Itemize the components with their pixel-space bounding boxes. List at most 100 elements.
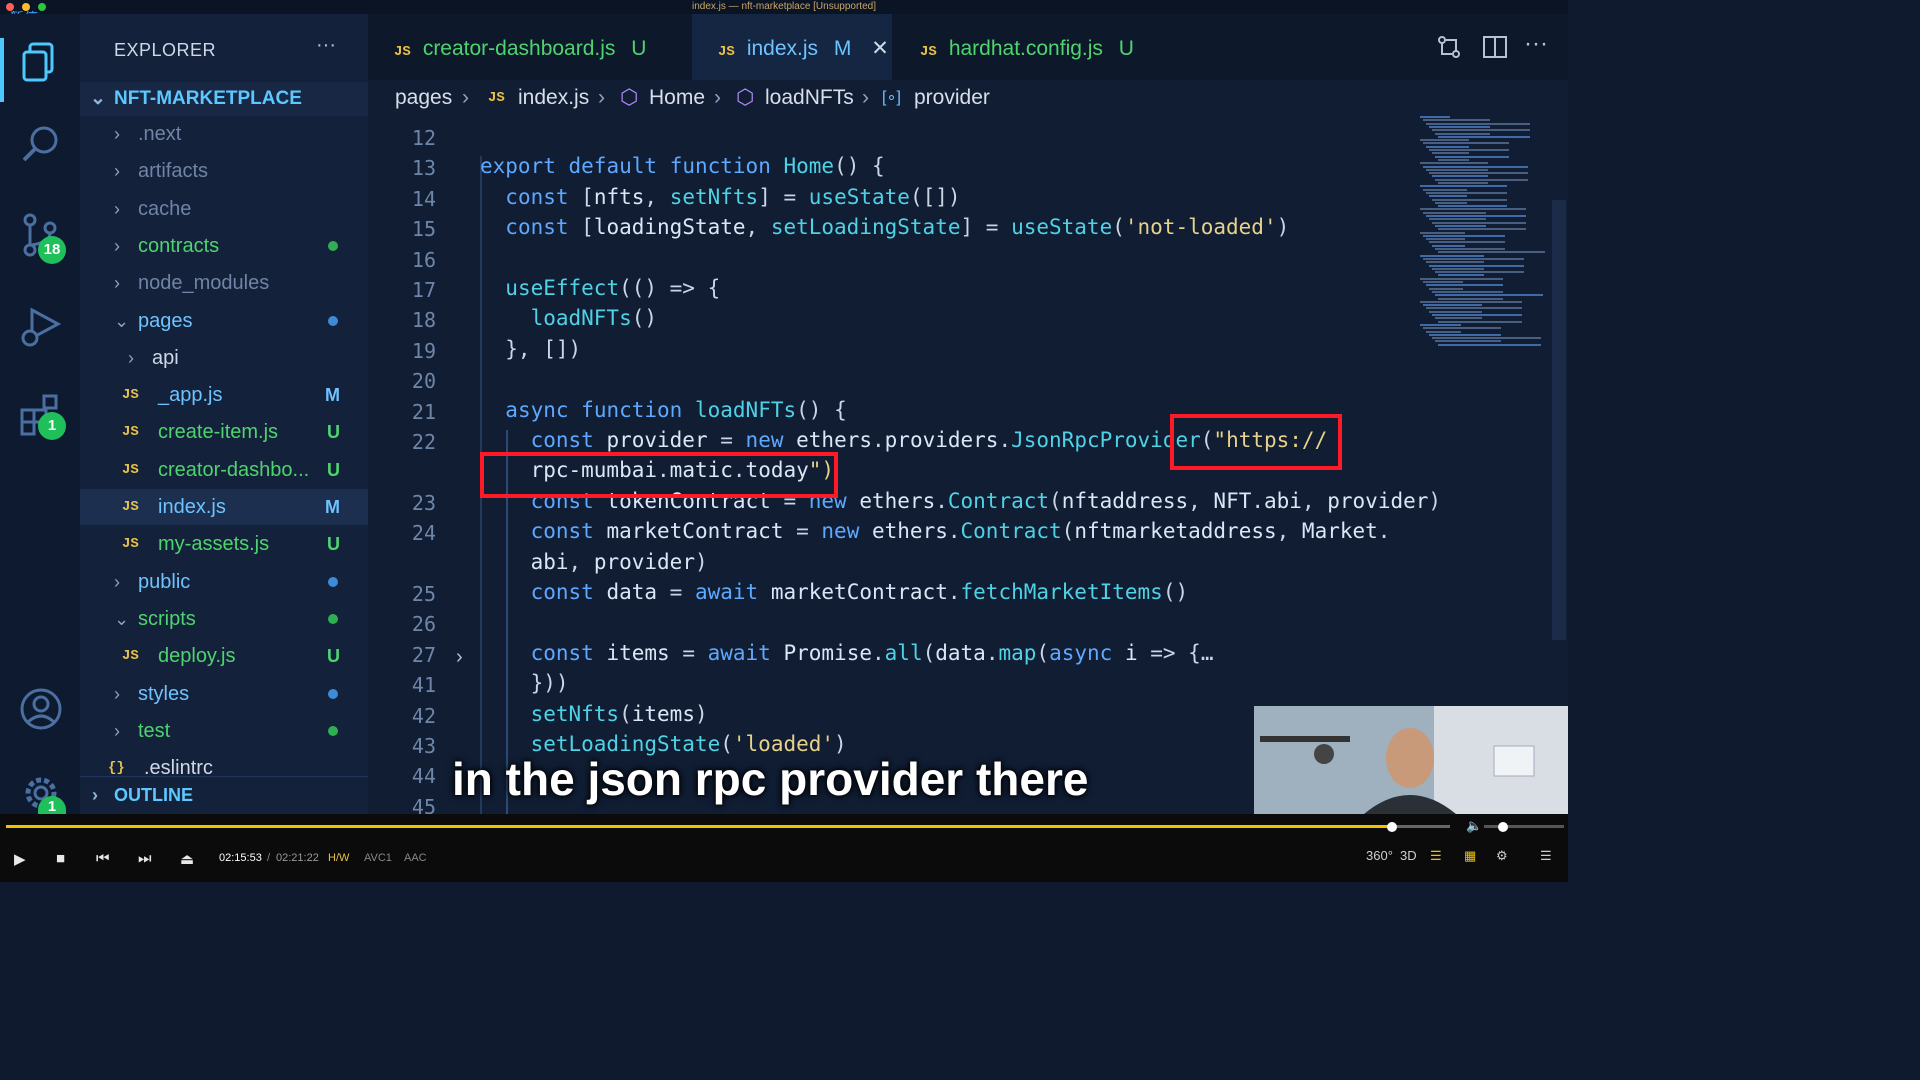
volume-icon[interactable]: 🔈 — [1466, 818, 1482, 834]
minimap-line — [1432, 337, 1541, 340]
folder-item[interactable]: › styles — [80, 676, 368, 712]
minimap-line — [1420, 139, 1469, 142]
editor-scrollbar[interactable] — [1552, 200, 1566, 640]
file-item[interactable]: JS creator-dashbo... U — [80, 452, 368, 488]
breadcrumb-pages[interactable]: pages — [395, 80, 452, 116]
video-player-controls: 🔈 ▶ ■ ⏮ ⏭ ⏏ 02:15:53 / 02:21:22 H/W AVC1… — [0, 814, 1568, 882]
code-line[interactable]: }, []) — [480, 337, 581, 361]
folder-item[interactable]: › node_modules — [80, 265, 368, 301]
folder-item[interactable]: › api — [80, 340, 368, 376]
minimap-line — [1423, 119, 1490, 122]
code-line[interactable]: })) — [480, 671, 569, 695]
code-line[interactable]: loadNFTs() — [480, 306, 657, 330]
line-number: 13 — [411, 156, 436, 181]
code-line[interactable]: export default function Home() { — [480, 154, 885, 178]
run-debug-icon[interactable] — [18, 304, 64, 350]
3d-button[interactable]: 3D — [1400, 848, 1417, 863]
current-time: 02:15:53 — [219, 852, 262, 864]
code-line[interactable]: abi, provider) — [480, 550, 708, 574]
code-line[interactable]: const marketContract = new ethers.Contra… — [480, 519, 1391, 543]
git-status-badge: M — [325, 497, 340, 517]
minimap-line — [1426, 284, 1503, 287]
minimap[interactable] — [1416, 116, 1552, 356]
file-item[interactable]: JS index.js M — [80, 489, 368, 525]
line-number: 19 — [411, 338, 436, 363]
chevron-right-icon: › — [114, 571, 120, 592]
tab-label: creator-dashboard.js — [422, 37, 616, 60]
fold-expand-icon[interactable]: › — [456, 646, 463, 669]
menu-icon[interactable]: ☰ — [1540, 848, 1552, 864]
code-line[interactable]: const [loadingState, setLoadingState] = … — [480, 215, 1289, 239]
line-number: 41 — [411, 673, 436, 698]
tab-hardhat-config[interactable]: JS hardhat.config.js U — [894, 14, 1176, 80]
minimap-line — [1429, 218, 1486, 221]
js-file-icon: JS — [122, 499, 139, 515]
player-settings-icon[interactable]: ⚙ — [1496, 848, 1508, 864]
folder-item[interactable]: › public — [80, 564, 368, 600]
folder-item[interactable]: › test — [80, 713, 368, 749]
code-line[interactable]: setNfts(items) — [480, 702, 708, 726]
minimap-line — [1426, 122, 1530, 125]
more-actions-icon[interactable]: ··· — [1524, 30, 1548, 58]
file-item[interactable]: JS _app.js M — [80, 377, 368, 413]
close-tab-icon[interactable]: ✕ — [871, 37, 889, 60]
previous-icon[interactable]: ⏮ — [96, 850, 110, 867]
breadcrumb-provider[interactable]: provider — [914, 80, 990, 116]
tree-item-label: deploy.js — [158, 645, 236, 668]
seek-knob[interactable] — [1387, 822, 1397, 832]
tab-status: U — [631, 37, 647, 60]
highlight-box — [1170, 414, 1342, 470]
file-item[interactable]: JS deploy.js U — [80, 638, 368, 674]
outline-section[interactable]: › OUTLINE — [80, 776, 368, 814]
maximize-window-button[interactable] — [38, 3, 46, 11]
folder-item[interactable]: › cache — [80, 191, 368, 227]
subtitle-icon[interactable]: ▦ — [1464, 848, 1476, 864]
next-icon[interactable]: ⏭ — [138, 850, 152, 867]
compare-changes-icon[interactable] — [1436, 34, 1462, 67]
tab-creator-dashboard[interactable]: JS creator-dashboard.js U — [368, 14, 690, 80]
window-title-bar: index.js — nft-marketplace [Unsupported] — [0, 0, 1568, 14]
breadcrumb-file[interactable]: index.js — [518, 80, 589, 116]
stop-icon[interactable]: ■ — [56, 850, 65, 867]
folder-item[interactable]: ⌄ pages — [80, 303, 368, 339]
code-line[interactable]: const [nfts, setNfts] = useState([]) — [480, 185, 960, 209]
search-list-icon[interactable]: ☰ — [1430, 848, 1442, 864]
split-editor-icon[interactable] — [1482, 34, 1508, 67]
seek-bar-progress[interactable] — [6, 825, 1392, 828]
account-icon[interactable] — [18, 686, 64, 732]
tree-item-label: .next — [138, 123, 182, 145]
minimap-line — [1426, 330, 1461, 333]
webcam-overlay — [1254, 706, 1568, 814]
folder-item[interactable]: › artifacts — [80, 153, 368, 189]
tree-item-label: create-item.js — [158, 421, 279, 444]
tab-index[interactable]: JS index.js M ✕ — [692, 14, 892, 80]
project-root[interactable]: ⌄ NFT-MARKETPLACE — [80, 82, 368, 116]
explorer-more-button[interactable]: ··· — [316, 34, 336, 57]
play-icon[interactable]: ▶ — [14, 850, 26, 868]
file-item[interactable]: JS create-item.js U — [80, 414, 368, 450]
code-line[interactable]: const data = await marketContract.fetchM… — [480, 580, 1189, 604]
chevron-right-icon: › — [114, 683, 120, 704]
minimap-line — [1435, 294, 1543, 297]
breadcrumb-home[interactable]: Home — [649, 80, 705, 116]
volume-knob[interactable] — [1498, 822, 1508, 832]
audio-codec-badge: AAC — [404, 852, 427, 864]
minimap-line — [1423, 281, 1463, 283]
minimap-line — [1435, 271, 1524, 274]
code-line[interactable]: useEffect(() => { — [480, 276, 720, 300]
folder-item[interactable]: › contracts — [80, 228, 368, 264]
file-item[interactable]: JS my-assets.js U — [80, 526, 368, 562]
folder-item[interactable]: › .next — [80, 116, 368, 152]
search-icon[interactable] — [18, 122, 64, 168]
folder-item[interactable]: ⌄ scripts — [80, 601, 368, 637]
minimap-line — [1429, 149, 1509, 151]
vr-360-button[interactable]: 360° — [1366, 848, 1393, 863]
breadcrumb-loadnfts[interactable]: loadNFTs — [765, 80, 854, 116]
code-line[interactable]: const items = await Promise.all(data.map… — [480, 641, 1214, 665]
seek-bar-remaining[interactable] — [1390, 825, 1450, 828]
explorer-files-icon[interactable] — [18, 38, 64, 84]
code-line[interactable]: async function loadNFTs() { — [480, 398, 846, 422]
eject-icon[interactable]: ⏏ — [180, 850, 194, 868]
volume-slider[interactable] — [1484, 825, 1564, 828]
chevron-right-icon: › — [114, 161, 120, 182]
